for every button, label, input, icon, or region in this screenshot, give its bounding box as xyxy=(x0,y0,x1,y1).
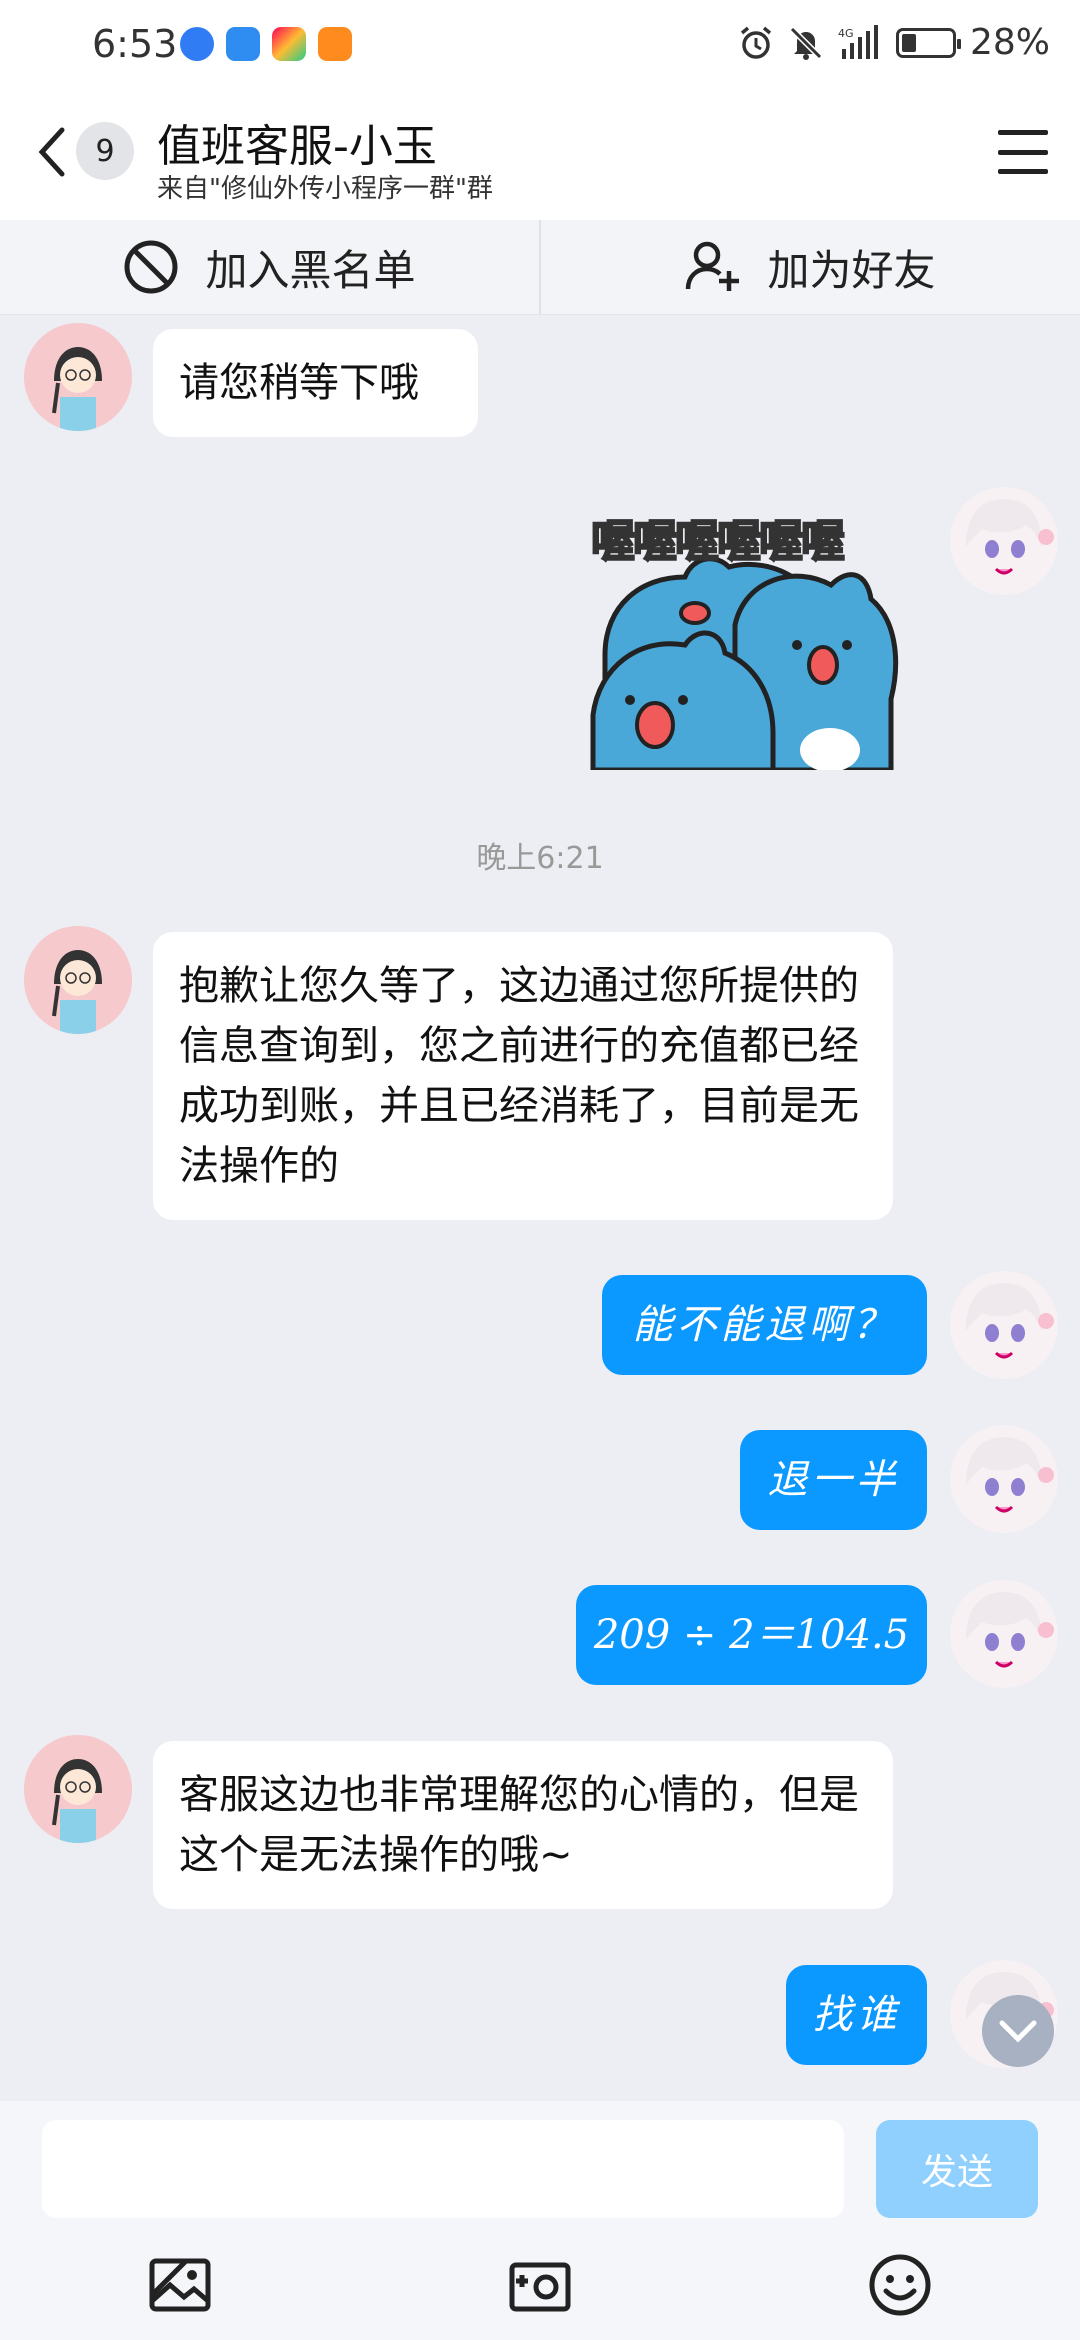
status-time: 6:53 xyxy=(92,22,178,66)
my-avatar[interactable] xyxy=(950,1580,1058,1688)
message-timestamp: 晚上6:21 xyxy=(476,841,604,876)
video-app-icon xyxy=(318,27,352,61)
status-indicators: 4G 28% xyxy=(738,22,1050,63)
chevron-down-icon xyxy=(999,2020,1037,2043)
agent-avatar[interactable] xyxy=(24,323,132,431)
status-bar: 6:53 4G 28% xyxy=(0,0,1080,90)
add-friend-label: 加为好友 xyxy=(767,245,936,295)
send-button[interactable]: 发送 xyxy=(876,2120,1038,2218)
alarm-icon xyxy=(740,26,772,59)
agent-message-bubble[interactable]: 客服这边也非常理解您的心情的，但是这个是无法操作的哦~ xyxy=(153,1741,893,1909)
add-person-icon xyxy=(686,241,740,291)
unread-count-badge[interactable]: 9 xyxy=(76,122,134,180)
my-avatar[interactable] xyxy=(950,1425,1058,1533)
signal-icon: 4G xyxy=(838,24,878,59)
sticker-caption: 喔喔喔喔喔喔 xyxy=(590,515,846,568)
chat-messages[interactable]: 请您稍等下哦 喔喔喔喔喔喔 晚上6:21 抱歉让您久等了，这边通过您所提供的信息… xyxy=(0,315,1080,2101)
menu-icon[interactable] xyxy=(998,130,1048,174)
message-input[interactable] xyxy=(42,2120,844,2218)
blacklist-label: 加入黑名单 xyxy=(205,245,416,295)
svg-text:4G: 4G xyxy=(838,27,854,40)
my-message-bubble[interactable]: 退一半 xyxy=(740,1430,927,1530)
block-icon xyxy=(124,240,178,294)
cloud-app-icon xyxy=(226,27,260,61)
sticker-message[interactable]: 喔喔喔喔喔喔 xyxy=(585,505,910,770)
battery-icon xyxy=(895,27,961,58)
agent-message-bubble[interactable]: 请您稍等下哦 xyxy=(153,329,478,437)
agent-avatar[interactable] xyxy=(24,926,132,1034)
battery-fill xyxy=(901,33,916,52)
my-message-bubble[interactable]: 209 ÷ 2＝104.5 xyxy=(576,1585,927,1685)
my-message-bubble[interactable]: 能不能退啊？ xyxy=(602,1275,927,1375)
chat-subtitle: 来自"修仙外传小程序一群"群 xyxy=(157,174,493,204)
scroll-to-bottom-button[interactable] xyxy=(982,1995,1054,2067)
action-bar: 加入黑名单 加为好友 xyxy=(0,220,1080,315)
app-notification-icon xyxy=(180,27,214,61)
mute-bell-icon xyxy=(789,26,823,60)
camera-icon[interactable] xyxy=(506,2251,574,2319)
add-friend-button[interactable]: 加为好友 xyxy=(539,220,1080,314)
agent-message-bubble[interactable]: 抱歉让您久等了，这边通过您所提供的信息查询到，您之前进行的充值都已经成功到账，并… xyxy=(153,932,893,1220)
chat-header: 9 值班客服-小玉 来自"修仙外传小程序一群"群 xyxy=(0,90,1080,220)
my-avatar[interactable] xyxy=(950,487,1058,595)
my-avatar[interactable] xyxy=(950,1271,1058,1379)
chat-title: 值班客服-小玉 xyxy=(157,121,437,172)
image-icon[interactable] xyxy=(146,2251,214,2319)
emoji-icon[interactable] xyxy=(866,2251,934,2319)
my-message-bubble[interactable]: 找谁 xyxy=(786,1965,927,2065)
battery-percent: 28% xyxy=(969,22,1050,63)
colorful-app-icon xyxy=(272,27,306,61)
back-icon[interactable] xyxy=(32,122,72,182)
agent-avatar[interactable] xyxy=(24,1735,132,1843)
input-bar: 发送 xyxy=(0,2101,1080,2340)
notification-icons xyxy=(180,27,352,61)
add-to-blacklist-button[interactable]: 加入黑名单 xyxy=(0,220,539,314)
